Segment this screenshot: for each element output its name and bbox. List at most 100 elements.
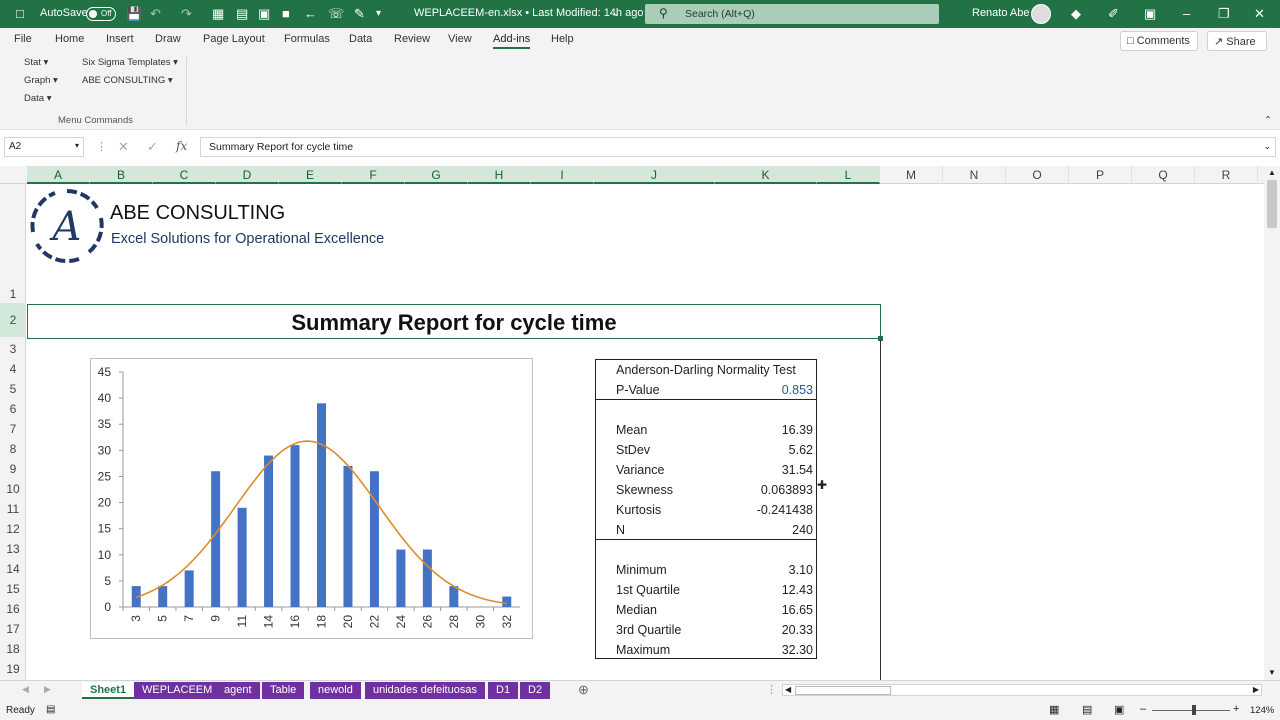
next-sheet-icon[interactable]: ▶ bbox=[44, 684, 51, 695]
six-sigma-menu[interactable]: Six Sigma Templates ▾ bbox=[82, 57, 178, 68]
expand-icon[interactable]: ⌄ bbox=[1263, 141, 1271, 152]
scroll-right-icon[interactable]: ▶ bbox=[1253, 685, 1259, 694]
data-menu[interactable]: Data ▾ bbox=[24, 93, 52, 104]
scroll-left-icon[interactable]: ◀ bbox=[785, 685, 791, 694]
menu-review[interactable]: Review bbox=[394, 33, 430, 45]
sheet-tab-unidades-defeituosas[interactable]: unidades defeituosas bbox=[365, 682, 485, 699]
file-title[interactable]: WEPLACEEM-en.xlsx • Last Modified: 14h a… bbox=[414, 7, 643, 19]
menu-data[interactable]: Data bbox=[349, 33, 372, 45]
zoom-level[interactable]: 124% bbox=[1250, 705, 1274, 716]
formula-input[interactable]: Summary Report for cycle time ⌄ bbox=[200, 137, 1276, 157]
autosave-toggle[interactable]: Off bbox=[86, 7, 116, 21]
column-header-h[interactable]: H bbox=[468, 166, 531, 184]
column-header-n[interactable]: N bbox=[943, 166, 1006, 184]
zoom-slider-thumb[interactable] bbox=[1192, 705, 1196, 715]
accessibility-icon[interactable]: ▤ bbox=[46, 704, 55, 715]
row-header-3[interactable]: 3 bbox=[0, 340, 26, 358]
scroll-down-icon[interactable]: ▼ bbox=[1268, 668, 1276, 677]
customize-icon[interactable]: ▾ bbox=[376, 6, 381, 22]
search-box[interactable]: ⚲ Search (Alt+Q) bbox=[645, 4, 939, 24]
column-header-c[interactable]: C bbox=[153, 166, 216, 184]
histogram-chart[interactable]: 0510152025303540453 5 7 9 11 14 16 18 20 22 24 26 28… bbox=[90, 358, 533, 639]
sheet-tab-newold[interactable]: newold bbox=[310, 682, 361, 699]
menu-draw[interactable]: Draw bbox=[155, 33, 181, 45]
row-header-13[interactable]: 13 bbox=[0, 540, 26, 558]
grid-icon[interactable]: ▦ bbox=[212, 6, 224, 22]
column-header-j[interactable]: J bbox=[594, 166, 715, 184]
row-header-2[interactable]: 2 bbox=[0, 303, 26, 337]
diamond-icon[interactable]: ◆ bbox=[1071, 6, 1081, 22]
row-header-5[interactable]: 5 bbox=[0, 380, 26, 398]
restore-icon[interactable]: ❐ bbox=[1218, 6, 1230, 22]
pen-icon[interactable]: ✎ bbox=[354, 6, 365, 22]
table-icon[interactable]: ▤ bbox=[236, 6, 248, 22]
row-header-8[interactable]: 8 bbox=[0, 440, 26, 458]
form-icon[interactable]: ▣ bbox=[258, 6, 270, 22]
phone-icon[interactable]: ☏ bbox=[328, 6, 344, 22]
menu-view[interactable]: View bbox=[448, 33, 472, 45]
picture-icon[interactable]: ■ bbox=[282, 6, 290, 22]
row-header-16[interactable]: 16 bbox=[0, 600, 26, 618]
name-box[interactable]: A2 ▾ bbox=[4, 137, 84, 157]
ribbon-display-icon[interactable]: ▣ bbox=[1144, 6, 1156, 22]
row-header-6[interactable]: 6 bbox=[0, 400, 26, 418]
column-header-q[interactable]: Q bbox=[1132, 166, 1195, 184]
row-header-18[interactable]: 18 bbox=[0, 640, 26, 658]
row-header-19[interactable]: 19 bbox=[0, 660, 26, 678]
abe-menu[interactable]: ABE CONSULTING ▾ bbox=[82, 75, 173, 86]
column-header-o[interactable]: O bbox=[1006, 166, 1069, 184]
column-header-p[interactable]: P bbox=[1069, 166, 1132, 184]
zoom-slider[interactable] bbox=[1152, 710, 1230, 711]
redo-icon[interactable]: ↷ bbox=[181, 6, 192, 22]
menu-file[interactable]: File bbox=[14, 33, 32, 45]
insert-function-icon[interactable]: fx bbox=[176, 139, 187, 153]
column-header-g[interactable]: G bbox=[405, 166, 468, 184]
close-icon[interactable]: ✕ bbox=[1254, 6, 1265, 22]
column-header-d[interactable]: D bbox=[216, 166, 279, 184]
graph-menu[interactable]: Graph ▾ bbox=[24, 75, 58, 86]
sheet-tab-agent[interactable]: agent bbox=[216, 682, 260, 699]
menu-add-ins[interactable]: Add-ins bbox=[493, 33, 531, 49]
minimize-icon[interactable]: – bbox=[1183, 6, 1190, 22]
row-header-11[interactable]: 11 bbox=[0, 500, 26, 518]
row-header-4[interactable]: 4 bbox=[0, 360, 26, 378]
column-header-k[interactable]: K bbox=[715, 166, 817, 184]
row-header-7[interactable]: 7 bbox=[0, 420, 26, 438]
back-arrow-icon[interactable]: ← bbox=[304, 6, 317, 22]
scroll-up-icon[interactable]: ▲ bbox=[1268, 168, 1276, 177]
enter-icon[interactable]: ✓ bbox=[147, 139, 158, 155]
column-header-a[interactable]: A bbox=[27, 166, 90, 184]
zoom-in-icon[interactable]: + bbox=[1233, 703, 1239, 715]
column-header-r[interactable]: R bbox=[1195, 166, 1258, 184]
menu-formulas[interactable]: Formulas bbox=[284, 33, 330, 45]
menu-insert[interactable]: Insert bbox=[106, 33, 134, 45]
share-button[interactable]: ↗ Share bbox=[1207, 31, 1267, 51]
column-header-b[interactable]: B bbox=[90, 166, 153, 184]
save-icon[interactable]: 💾 bbox=[126, 6, 142, 22]
comments-button[interactable]: □ Comments bbox=[1120, 31, 1198, 51]
user-name[interactable]: Renato Abe bbox=[972, 7, 1030, 19]
column-header-e[interactable]: E bbox=[279, 166, 342, 184]
normal-view-icon[interactable]: ▦ bbox=[1049, 703, 1059, 716]
row-header-12[interactable]: 12 bbox=[0, 520, 26, 538]
column-header-m[interactable]: M bbox=[880, 166, 943, 184]
sheet-area[interactable]: A ABE CONSULTING Excel Solutions for Ope… bbox=[27, 184, 1264, 680]
horizontal-scrollbar[interactable]: ◀ ▶ bbox=[782, 684, 1262, 696]
prev-sheet-icon[interactable]: ◀ bbox=[22, 684, 29, 695]
sheet-tab-sheet1[interactable]: Sheet1 bbox=[82, 682, 135, 699]
cancel-icon[interactable]: ✕ bbox=[118, 139, 129, 155]
zoom-out-icon[interactable]: – bbox=[1140, 703, 1146, 715]
row-header-10[interactable]: 10 bbox=[0, 480, 26, 498]
column-header-f[interactable]: F bbox=[342, 166, 405, 184]
h-scroll-thumb[interactable] bbox=[795, 686, 891, 695]
undo-icon[interactable]: ↶ bbox=[150, 6, 161, 22]
row-header-15[interactable]: 15 bbox=[0, 580, 26, 598]
vertical-scrollbar[interactable]: ▲ ▼ bbox=[1264, 166, 1280, 680]
chevron-down-icon[interactable]: ⌄ bbox=[612, 6, 620, 22]
column-header-l[interactable]: L bbox=[817, 166, 880, 184]
menu-home[interactable]: Home bbox=[55, 33, 84, 45]
designer-icon[interactable]: ✐ bbox=[1108, 6, 1119, 22]
menu-help[interactable]: Help bbox=[551, 33, 574, 45]
menu-page-layout[interactable]: Page Layout bbox=[203, 33, 265, 45]
avatar[interactable] bbox=[1031, 4, 1051, 24]
